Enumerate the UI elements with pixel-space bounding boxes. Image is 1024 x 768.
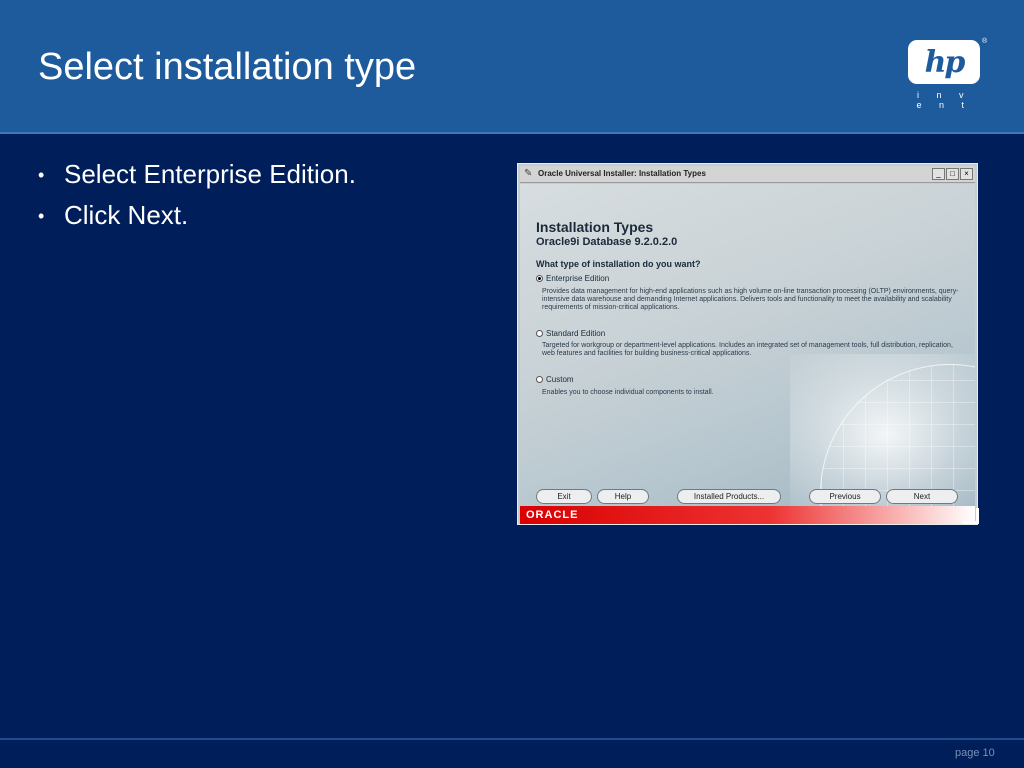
page-number: page 10 [955, 747, 995, 759]
option-description: Enables you to choose individual compone… [542, 389, 714, 396]
radio-enterprise-edition[interactable]: Enterprise Edition [536, 274, 609, 283]
option-label: Custom [546, 375, 574, 384]
hp-logo-text: hp [924, 44, 966, 80]
installer-body: Installation Types Oracle9i Database 9.2… [520, 184, 975, 506]
bullet-text: Click Next. [64, 200, 189, 230]
oracle-footer-bar: ORACLE [520, 506, 975, 524]
resize-corner-icon [963, 508, 979, 524]
bullet-item: • Select Enterprise Edition. [38, 156, 356, 197]
installed-products-button[interactable]: Installed Products... [677, 489, 781, 504]
option-label: Enterprise Edition [546, 274, 610, 283]
hp-logo: hp ® i n v e n t [906, 38, 987, 110]
bullet-text: Select Enterprise Edition. [64, 159, 356, 189]
installer-window-title: Oracle Universal Installer: Installation… [538, 169, 706, 178]
app-icon: ✎ [524, 168, 533, 179]
close-icon[interactable]: × [960, 168, 973, 180]
maximize-icon[interactable]: □ [946, 168, 959, 180]
installer-titlebar[interactable]: ✎ Oracle Universal Installer: Installati… [520, 166, 975, 183]
window-controls: _ □ × [932, 168, 973, 180]
slide-title: Select installation type [38, 46, 417, 88]
radio-unselected-icon [536, 330, 543, 337]
oracle-logo: ORACLE [526, 509, 579, 521]
option-description: Provides data management for high-end ap… [542, 288, 959, 311]
radio-custom[interactable]: Custom [536, 375, 574, 384]
slide-header: Select installation type hp ® i n v e n … [0, 0, 1024, 134]
exit-button[interactable]: Exit [536, 489, 592, 504]
bullet-list: • Select Enterprise Edition. • Click Nex… [38, 156, 356, 238]
bullet-dot-icon: • [38, 165, 45, 185]
radio-selected-icon [536, 275, 543, 282]
radio-unselected-icon [536, 376, 543, 383]
bullet-dot-icon: • [38, 206, 45, 226]
installer-question: What type of installation do you want? [536, 259, 701, 269]
previous-button[interactable]: Previous [809, 489, 881, 504]
bullet-item: • Click Next. [38, 197, 356, 238]
hp-tagline: i n v e n t [916, 90, 972, 110]
footer-divider [0, 738, 1024, 740]
hp-logo-badge: hp [908, 40, 980, 84]
registered-mark: ® [982, 38, 988, 45]
installer-subheading: Oracle9i Database 9.2.0.2.0 [536, 236, 678, 248]
next-button[interactable]: Next [886, 489, 958, 504]
option-description: Targeted for workgroup or department-lev… [542, 342, 953, 357]
installer-button-row: Exit Help Installed Products... Previous… [520, 489, 975, 505]
option-label: Standard Edition [546, 329, 606, 338]
help-button[interactable]: Help [597, 489, 649, 504]
radio-standard-edition[interactable]: Standard Edition [536, 329, 605, 338]
minimize-icon[interactable]: _ [932, 168, 945, 180]
installer-heading: Installation Types [536, 219, 654, 235]
installer-window: ✎ Oracle Universal Installer: Installati… [517, 163, 978, 525]
